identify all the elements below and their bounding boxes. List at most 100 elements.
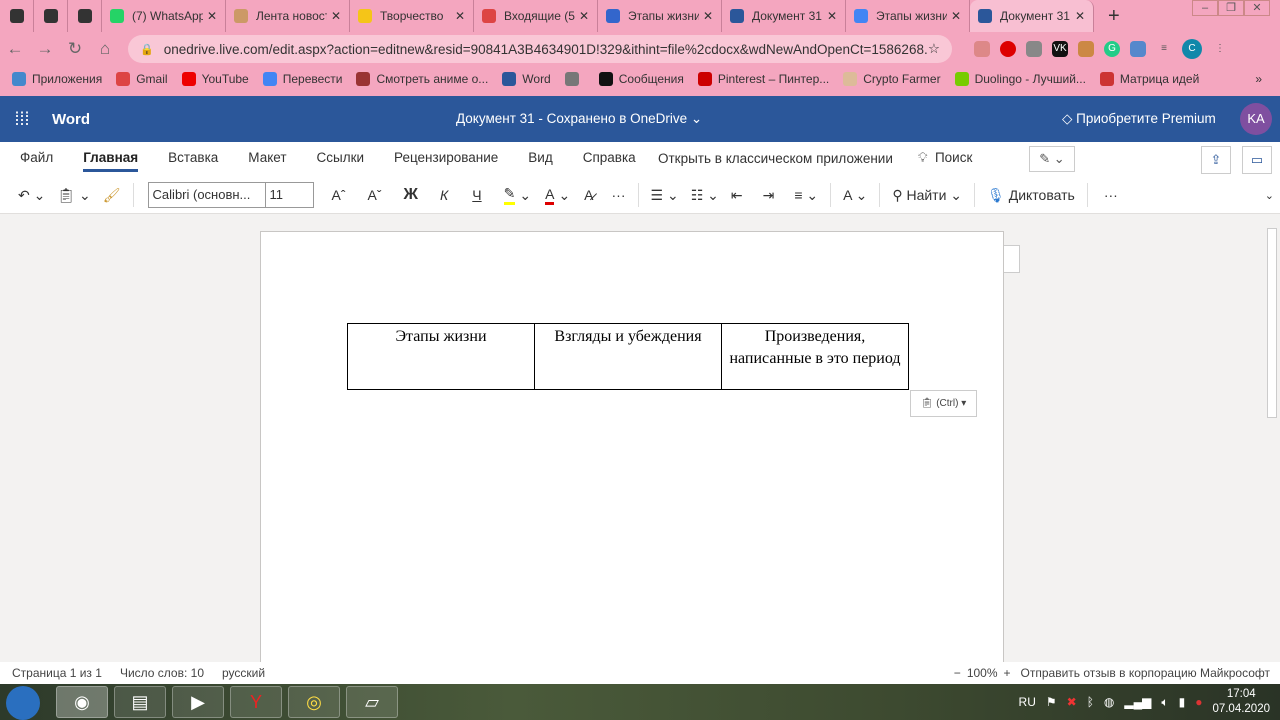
search-button[interactable]: 💡︎ Поиск bbox=[918, 150, 972, 166]
styles-button[interactable]: A ⌄ bbox=[843, 187, 867, 204]
chrome-taskbar-icon[interactable]: ◉ bbox=[56, 686, 108, 718]
clear-formatting-button[interactable]: A̷ bbox=[584, 187, 593, 203]
bookmark-item[interactable]: Перевести bbox=[262, 72, 342, 86]
align-button[interactable]: ≡ ⌄ bbox=[794, 187, 818, 204]
grow-font-button[interactable]: Aˆ bbox=[332, 187, 346, 203]
more-font-button[interactable]: ··· bbox=[612, 187, 626, 203]
star-icon[interactable]: ☆ bbox=[928, 41, 940, 57]
bookmark-item[interactable]: Pinterest – Пинтер... bbox=[697, 72, 829, 86]
ribbon-tab[interactable]: Макет bbox=[248, 150, 286, 172]
explorer-taskbar-icon[interactable]: ▤ bbox=[114, 686, 166, 718]
zoom-out-button[interactable]: − bbox=[954, 666, 961, 680]
browser-tab[interactable]: Этапы жизни ✕ bbox=[846, 0, 970, 32]
bold-button[interactable]: Ж bbox=[404, 186, 418, 204]
ribbon-tab[interactable]: Справка bbox=[583, 150, 636, 172]
undo-button[interactable]: ↶ ⌄ bbox=[18, 187, 45, 204]
start-button[interactable] bbox=[6, 686, 40, 720]
table-cell[interactable]: Произведения, написанные в это период bbox=[721, 323, 909, 390]
bookmark-item[interactable]: Word bbox=[502, 72, 551, 86]
menu-icon[interactable]: ⋮ bbox=[1212, 41, 1228, 57]
font-color-button[interactable]: A bbox=[545, 186, 555, 205]
vk-extension-icon[interactable]: VK bbox=[1052, 41, 1068, 57]
network-icon[interactable]: ▂▄▆ bbox=[1124, 695, 1151, 709]
bookmark-item[interactable]: Смотреть аниме о... bbox=[356, 72, 488, 86]
close-tab-icon[interactable]: ✕ bbox=[703, 9, 713, 23]
close-tab-icon[interactable]: ✕ bbox=[1075, 9, 1085, 23]
close-tab-icon[interactable]: ✕ bbox=[827, 9, 837, 23]
url-input[interactable]: 🔒 onedrive.live.com/edit.aspx?action=edi… bbox=[128, 35, 952, 63]
clock[interactable]: 17:04 07.04.2020 bbox=[1212, 687, 1270, 717]
language[interactable]: русский bbox=[222, 666, 265, 680]
bookmark-item[interactable]: Duolingo - Лучший... bbox=[954, 72, 1086, 86]
open-desktop-app-button[interactable]: Открыть в классическом приложении bbox=[658, 151, 893, 166]
steam-icon[interactable]: ◍ bbox=[1104, 695, 1114, 709]
close-window-button[interactable]: ✕ bbox=[1244, 0, 1270, 16]
bookmark-item[interactable] bbox=[564, 72, 585, 86]
vertical-scrollbar[interactable] bbox=[1264, 214, 1280, 662]
adblock-extension-icon[interactable] bbox=[1000, 41, 1016, 57]
more-options-button[interactable]: ··· bbox=[1104, 187, 1118, 203]
shrink-font-button[interactable]: Aˇ bbox=[368, 187, 382, 203]
font-size-select[interactable]: 11 bbox=[265, 182, 314, 208]
underline-button[interactable]: Ч bbox=[472, 187, 481, 203]
chevron-down-icon[interactable]: ⌄ bbox=[558, 187, 570, 204]
paste-button[interactable]: 📋︎ ⌄ bbox=[57, 187, 90, 204]
bookmark-item[interactable]: YouTube bbox=[181, 72, 249, 86]
document-title[interactable]: Документ 31 - Сохранено в OneDrive ⌄ bbox=[456, 111, 702, 127]
bookmark-item[interactable]: Gmail bbox=[116, 72, 168, 86]
ribbon-tab[interactable]: Вид bbox=[528, 150, 552, 172]
volume-icon[interactable]: 🔈︎ bbox=[1161, 695, 1168, 710]
browser-tab[interactable] bbox=[68, 0, 102, 32]
close-tab-icon[interactable]: ✕ bbox=[951, 9, 961, 23]
reload-icon[interactable]: ↻ bbox=[60, 39, 90, 59]
decrease-indent-button[interactable]: ⇤ bbox=[731, 187, 743, 204]
document-page[interactable]: Этапы жизни Взгляды и убеждения Произвед… bbox=[260, 231, 1004, 662]
browser-tab[interactable]: Документ 31 ✕ bbox=[722, 0, 846, 32]
bullets-button[interactable]: ☰ ⌄ bbox=[651, 187, 679, 204]
close-tab-icon[interactable]: ✕ bbox=[331, 9, 341, 23]
table-cell[interactable]: Взгляды и убеждения bbox=[534, 323, 722, 390]
forward-icon[interactable]: → bbox=[30, 39, 60, 59]
user-avatar[interactable]: KA bbox=[1240, 103, 1272, 135]
bookmark-item[interactable]: Сообщения bbox=[598, 72, 684, 86]
zoom-level[interactable]: 100% bbox=[967, 666, 998, 680]
more-bookmarks-icon[interactable]: » bbox=[1255, 72, 1262, 86]
app-name[interactable]: Word bbox=[52, 111, 90, 128]
browser-tab[interactable] bbox=[0, 0, 34, 32]
document-table[interactable]: Этапы жизни Взгляды и убеждения Произвед… bbox=[347, 323, 909, 390]
bookmark-item[interactable]: Crypto Farmer bbox=[843, 72, 941, 86]
bookmark-item[interactable]: Приложения bbox=[12, 72, 102, 86]
close-tab-icon[interactable]: ✕ bbox=[579, 9, 589, 23]
app-launcher-icon[interactable]: ⁞⁞⁞ bbox=[0, 109, 44, 130]
highlight-button[interactable]: ✎ bbox=[503, 185, 516, 205]
comments-button[interactable]: ▭ bbox=[1242, 146, 1272, 174]
italic-button[interactable]: К bbox=[440, 187, 448, 203]
error-icon[interactable]: ✖ bbox=[1067, 695, 1077, 709]
editing-mode-button[interactable]: ✎ ⌄ bbox=[1029, 146, 1075, 172]
chevron-down-icon[interactable]: ⌄ bbox=[519, 187, 531, 204]
numbering-button[interactable]: ☷ ⌄ bbox=[691, 187, 719, 204]
table-cell[interactable]: Этапы жизни bbox=[347, 323, 535, 390]
browser-tab[interactable]: (7) WhatsApp ✕ bbox=[102, 0, 226, 32]
browser-tab[interactable]: Творчество ✕ bbox=[350, 0, 474, 32]
flag-icon[interactable]: ⚑ bbox=[1046, 695, 1057, 709]
minimize-button[interactable]: – bbox=[1192, 0, 1218, 16]
browser-tab[interactable]: Входящие (5 ✕ bbox=[474, 0, 598, 32]
feedback-link[interactable]: Отправить отзыв в корпорацию Майкрософт bbox=[1021, 666, 1270, 680]
scrollbar-thumb[interactable] bbox=[1267, 228, 1277, 418]
extension-icon[interactable] bbox=[1078, 41, 1094, 57]
yandex-taskbar-icon[interactable]: Y bbox=[230, 686, 282, 718]
paste-options-button[interactable]: 📋︎ (Ctrl) ▾ bbox=[910, 390, 977, 417]
grammarly-extension-icon[interactable]: G bbox=[1104, 41, 1120, 57]
browser-tab[interactable]: Документ 31 ✕ bbox=[970, 0, 1094, 32]
increase-indent-button[interactable]: ⇥ bbox=[763, 187, 775, 204]
media-icon[interactable]: ≡ bbox=[1156, 41, 1172, 57]
zoom-in-button[interactable]: + bbox=[1004, 666, 1011, 680]
browser-tab[interactable] bbox=[34, 0, 68, 32]
maximize-button[interactable]: ❐ bbox=[1218, 0, 1244, 16]
tray-app-icon[interactable]: ● bbox=[1195, 695, 1202, 709]
back-icon[interactable]: ← bbox=[0, 39, 30, 59]
media-taskbar-icon[interactable]: ▶ bbox=[172, 686, 224, 718]
bluetooth-icon[interactable]: ᛒ bbox=[1087, 695, 1094, 709]
app-taskbar-icon[interactable]: ◎ bbox=[288, 686, 340, 718]
